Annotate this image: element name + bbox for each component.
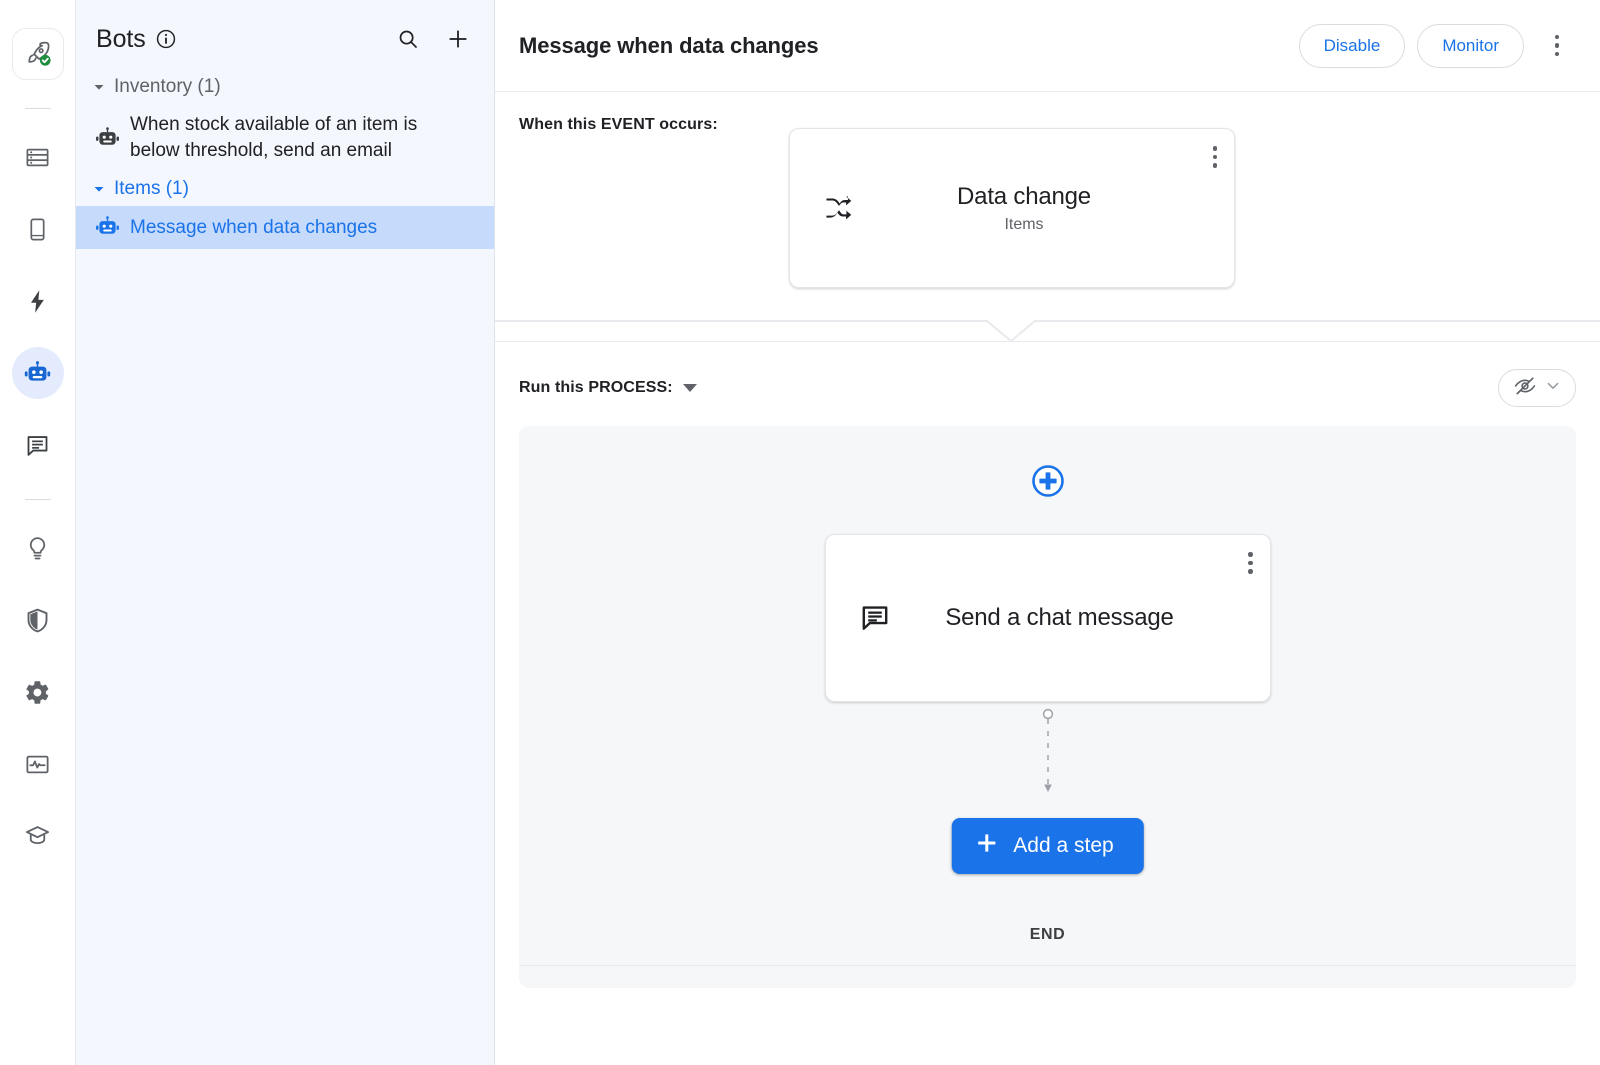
step-card-title: Send a chat message [898,599,1222,637]
gear-icon [24,679,51,706]
event-card-title: Data change [862,182,1186,212]
sidebar-bot-message-when-data-changes[interactable]: Message when data changes [76,206,494,249]
rail-divider-bottom [25,499,51,500]
sidebar-group-items[interactable]: Items (1) [76,172,494,206]
graduation-cap-icon [24,823,51,850]
search-icon[interactable] [396,27,420,51]
primary-icon-rail [0,0,76,1065]
sidebar-header-actions [396,27,470,51]
more-options-icon[interactable] [1540,26,1574,66]
add-bot-icon[interactable] [446,27,470,51]
rail-item-learn[interactable] [12,810,64,862]
sidebar-group-label: Inventory (1) [114,76,221,98]
info-icon[interactable] [155,28,177,50]
process-section-label: Run this PROCESS: [519,379,673,397]
monitor-button[interactable]: Monitor [1417,24,1524,68]
caret-down-icon [90,183,108,195]
rail-divider-top [25,108,51,109]
shield-icon [24,607,51,634]
rail-item-settings[interactable] [12,666,64,718]
rocket-deploy-icon [24,40,52,68]
bot-icon [90,125,124,152]
rail-item-actions[interactable] [12,275,64,327]
sidebar-title: Bots [96,25,146,54]
bot-icon [90,214,124,241]
disable-button[interactable]: Disable [1299,24,1406,68]
rail-item-mobile-app[interactable] [12,203,64,255]
add-step-button[interactable]: Add a step [951,818,1143,874]
chat-message-icon [852,602,898,634]
sidebar-bot-inventory-threshold[interactable]: When stock available of an item is below… [76,104,494,172]
bots-sidebar: Bots [76,0,495,1065]
mobile-app-icon [24,216,51,243]
rail-item-messages[interactable] [12,419,64,471]
lightning-bolt-icon [24,288,51,315]
add-step-above-icon[interactable] [1028,461,1068,501]
chevron-down-icon[interactable] [683,384,697,392]
lightbulb-icon [24,535,51,562]
rail-item-bots[interactable] [12,347,64,399]
page-title: Message when data changes [519,33,819,59]
sidebar-header: Bots [76,0,494,70]
rail-item-monitoring[interactable] [12,738,64,790]
process-canvas: Send a chat message [519,426,1576,988]
flow-connector-notch [495,320,1600,342]
monitoring-icon [24,751,51,778]
event-card-data-change[interactable]: Data change Items [789,128,1235,288]
database-icon [24,144,51,171]
rail-item-rocket-deploy[interactable] [12,28,64,80]
main-body: When this EVENT occurs: Dat [495,92,1600,1065]
sidebar-group-label: Items (1) [114,178,189,200]
main-panel: Message when data changes Disable Monito… [495,0,1600,1065]
main-header: Message when data changes Disable Monito… [495,0,1600,92]
sidebar-bot-label: When stock available of an item is below… [130,112,472,164]
process-section: Run this PROCESS: [495,342,1600,988]
sidebar-bot-label: Message when data changes [130,215,377,241]
event-card-subtitle: Items [862,216,1186,234]
bot-icon [23,359,52,388]
sidebar-group-inventory[interactable]: Inventory (1) [76,70,494,104]
process-header: Run this PROCESS: [519,368,1576,408]
bottom-divider [519,965,1576,966]
visibility-toggle[interactable] [1498,369,1576,407]
rail-item-insights[interactable] [12,522,64,574]
step-card-send-chat-message[interactable]: Send a chat message [825,534,1271,702]
chevron-down-icon [1545,378,1561,399]
event-section: When this EVENT occurs: Dat [495,92,1600,342]
rail-item-database[interactable] [12,131,64,183]
flow-end-label: END [1030,926,1066,944]
add-step-label: Add a step [1013,834,1113,858]
step-flow-connector [1038,708,1058,798]
eye-off-icon [1513,374,1537,403]
chat-message-icon [24,432,51,459]
caret-down-icon [90,81,108,93]
app-root: Bots [0,0,1600,1065]
plus-icon [975,832,997,860]
rail-item-security[interactable] [12,594,64,646]
shuffle-icon [816,192,862,224]
header-actions: Disable Monitor [1299,24,1574,68]
